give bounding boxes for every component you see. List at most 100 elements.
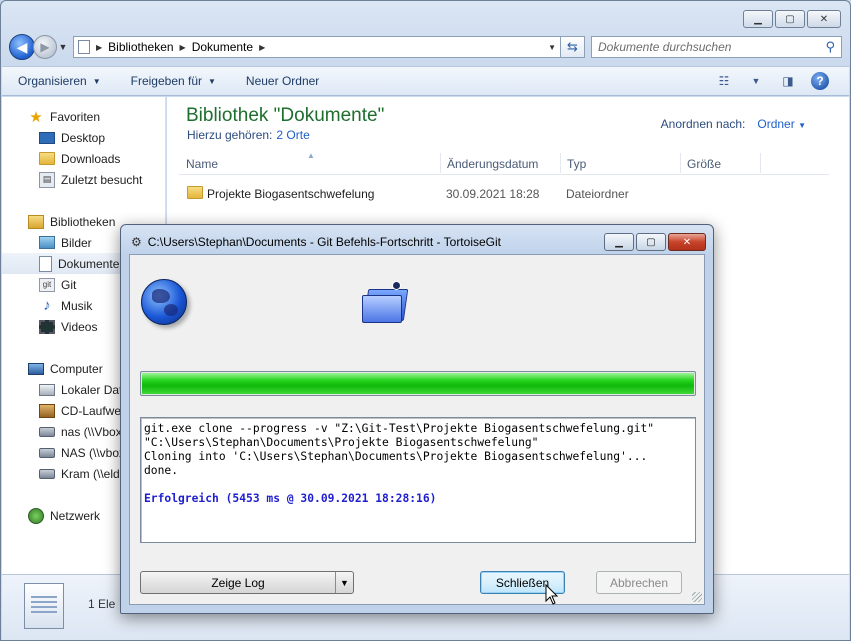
dialog-title-bar[interactable]: ⚙ C:\Users\Stephan\Documents - Git Befeh… — [131, 235, 501, 249]
arrange-value: Ordner — [757, 117, 795, 131]
library-icon — [78, 40, 90, 54]
nav-downloads[interactable]: Downloads — [2, 148, 166, 169]
share-label: Freigeben für — [130, 74, 202, 88]
column-date[interactable]: Änderungsdatum — [447, 157, 538, 171]
output-line: Cloning into 'C:\Users\Stephan\Documents… — [144, 450, 648, 463]
dialog-caption-buttons: ▁ ▢ ✕ — [604, 233, 706, 251]
column-divider[interactable] — [440, 153, 441, 173]
refresh-button[interactable]: ⇆ — [561, 36, 585, 58]
dialog-body: git.exe clone --progress -v "Z:\Git-Test… — [129, 254, 705, 605]
table-row[interactable]: Projekte Biogasentschwefelung 30.09.2021… — [179, 184, 829, 204]
column-name[interactable]: Name — [186, 157, 218, 171]
forward-button[interactable]: ▶ — [33, 35, 57, 59]
abort-button: Abbrechen — [596, 571, 682, 594]
folder-icon — [362, 281, 409, 323]
nav-label: Bibliotheken — [50, 214, 116, 229]
nav-recent[interactable]: ▤ Zuletzt besucht — [2, 169, 166, 190]
item-count: 1 Ele — [88, 597, 116, 611]
tortoisegit-progress-dialog: ⚙ C:\Users\Stephan\Documents - Git Befeh… — [120, 224, 714, 614]
hard-drive-icon — [39, 383, 55, 396]
nav-label: Zuletzt besucht — [61, 172, 143, 187]
computer-icon — [28, 362, 44, 375]
column-type[interactable]: Typ — [567, 157, 586, 171]
column-divider[interactable] — [760, 153, 761, 173]
nav-label: Netzwerk — [50, 508, 101, 523]
file-type: Dateiordner — [566, 187, 629, 201]
explorer-caption-buttons: ▁ ▢ ✕ — [743, 10, 841, 28]
output-line: git.exe clone --progress -v "Z:\Git-Test… — [144, 422, 655, 435]
nav-label: Videos — [61, 319, 98, 334]
dialog-close-button[interactable]: ✕ — [668, 233, 706, 251]
search-input[interactable]: Dokumente durchsuchen ⚲ — [591, 36, 842, 58]
tortoisegit-icon: ⚙ — [131, 235, 142, 249]
preview-pane-icon[interactable]: ◨ — [779, 73, 797, 89]
nav-label: Desktop — [61, 130, 106, 145]
view-options-icon[interactable]: ☷ — [715, 73, 733, 89]
organize-menu[interactable]: Organisieren ▼ — [18, 74, 101, 88]
chevron-right-icon[interactable]: ▶ — [259, 43, 265, 52]
show-log-label: Zeige Log — [211, 575, 265, 590]
address-bar[interactable]: ▶ Bibliotheken ▶ Dokumente ▶ ▼ — [73, 36, 561, 58]
output-line: done. — [144, 464, 179, 477]
success-message: Erfolgreich (5453 ms @ 30.09.2021 18:28:… — [144, 492, 437, 505]
column-divider[interactable] — [560, 153, 561, 173]
resize-grip[interactable] — [692, 592, 702, 602]
nav-label: nas (\\Vbox — [61, 424, 122, 439]
library-title: Bibliothek "Dokumente" — [186, 105, 385, 126]
history-dropdown[interactable]: ▼ — [57, 42, 69, 52]
chevron-right-icon[interactable]: ▶ — [180, 43, 186, 52]
includes-locations-link[interactable]: 2 Orte — [276, 128, 309, 142]
chevron-right-icon[interactable]: ▶ — [96, 43, 102, 52]
view-dropdown-icon[interactable]: ▼ — [747, 73, 765, 89]
column-divider[interactable] — [680, 153, 681, 173]
file-name: Projekte Biogasentschwefelung — [207, 187, 375, 201]
nav-label: Kram (\\eldo — [61, 466, 127, 481]
music-note-icon: ♪ — [43, 297, 51, 314]
organize-label: Organisieren — [18, 74, 87, 88]
nav-favorites[interactable]: ★ Favoriten — [2, 106, 166, 127]
close-button[interactable]: ✕ — [807, 10, 841, 28]
chevron-down-icon[interactable]: ▼ — [335, 572, 353, 593]
breadcrumb-bibliotheken[interactable]: Bibliotheken — [108, 40, 173, 54]
git-library-icon: git — [39, 277, 55, 292]
globe-icon — [141, 279, 187, 325]
chevron-down-icon: ▼ — [92, 76, 101, 86]
nav-label: Git — [61, 277, 77, 292]
show-log-button[interactable]: Zeige Log ▼ — [140, 571, 354, 594]
arrange-label: Anordnen nach: — [660, 117, 746, 131]
maximize-button[interactable]: ▢ — [775, 10, 805, 28]
network-icon — [28, 507, 44, 524]
help-icon[interactable]: ? — [811, 72, 829, 90]
nav-label: Favoriten — [50, 109, 101, 124]
dialog-maximize-button[interactable]: ▢ — [636, 233, 666, 251]
nav-label: Musik — [61, 298, 93, 313]
film-icon — [39, 319, 55, 334]
share-menu[interactable]: Freigeben für ▼ — [131, 74, 216, 88]
library-documents-icon — [24, 583, 64, 629]
progress-fill — [142, 373, 694, 394]
chevron-down-icon: ▼ — [798, 121, 806, 130]
chevron-down-icon: ▼ — [208, 76, 216, 86]
output-line: "C:\Users\Stephan\Documents\Projekte Bio… — [144, 436, 539, 449]
command-output[interactable]: git.exe clone --progress -v "Z:\Git-Test… — [140, 417, 696, 543]
toolbar-right: ☷ ▼ ◨ ? — [715, 72, 829, 90]
address-dropdown-icon[interactable]: ▼ — [548, 43, 556, 52]
column-headers: ▲ Name Änderungsdatum Typ Größe — [179, 151, 829, 175]
documents-icon — [39, 255, 52, 272]
dialog-minimize-button[interactable]: ▁ — [604, 233, 634, 251]
nav-desktop[interactable]: Desktop — [2, 127, 166, 148]
pictures-icon — [39, 236, 55, 249]
minimize-button[interactable]: ▁ — [743, 10, 773, 28]
libraries-icon — [28, 214, 44, 229]
arrange-by: Anordnen nach: Ordner ▼ — [661, 117, 806, 131]
refresh-icon: ⇆ — [567, 39, 578, 54]
progress-bar — [140, 371, 696, 396]
breadcrumb-dokumente[interactable]: Dokumente — [192, 40, 253, 54]
column-size[interactable]: Größe — [687, 157, 721, 171]
search-icon[interactable]: ⚲ — [825, 39, 835, 55]
arrange-dropdown[interactable]: Ordner ▼ — [757, 117, 806, 131]
star-icon: ★ — [29, 108, 43, 126]
new-folder-button[interactable]: Neuer Ordner — [246, 74, 319, 88]
arrow-right-icon: ▶ — [40, 40, 50, 54]
back-button[interactable]: ◀ — [9, 34, 35, 60]
